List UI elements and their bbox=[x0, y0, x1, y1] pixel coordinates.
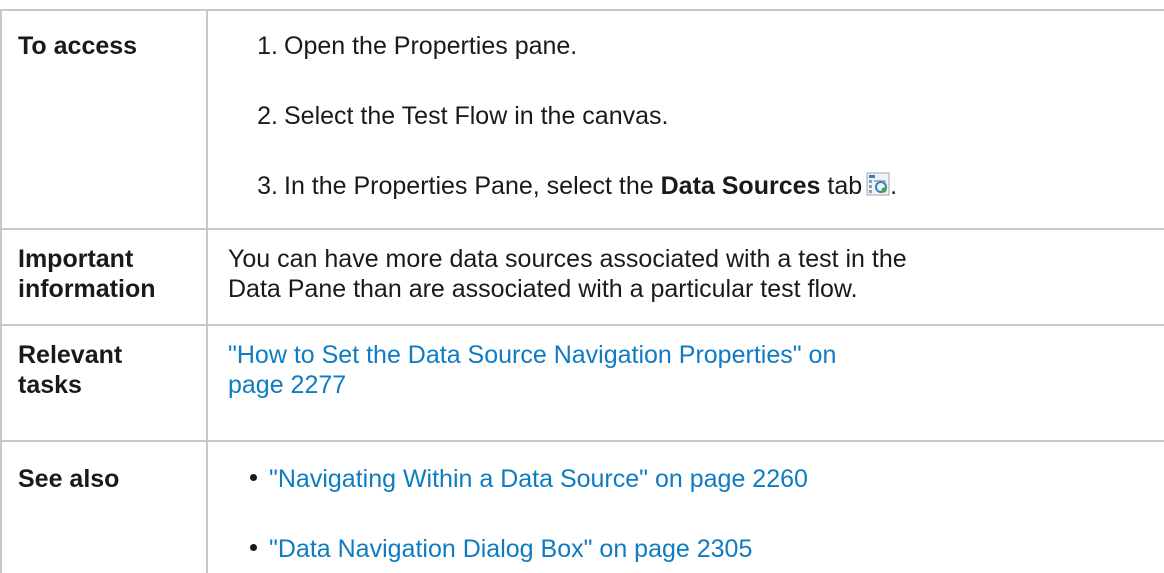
label-line-2: information bbox=[18, 275, 156, 303]
row-label-relevant-tasks: Relevant tasks bbox=[18, 340, 198, 400]
data-sources-tab-name: Data Sources bbox=[660, 172, 821, 200]
step-text-after: tab bbox=[820, 172, 863, 200]
row-divider-2 bbox=[0, 324, 1164, 326]
info-table: To access 1. Open the Properties pane. 2.… bbox=[0, 0, 1164, 573]
step-text-before: In the Properties Pane, select the bbox=[284, 172, 661, 200]
step-number: 1. bbox=[257, 32, 278, 60]
step-text-end: . bbox=[890, 172, 898, 200]
data-sources-tab-icon bbox=[866, 172, 890, 196]
link-line-2[interactable]: page 2277 bbox=[228, 370, 836, 400]
label-line-1: Important bbox=[18, 245, 134, 273]
row-divider-3 bbox=[0, 440, 1164, 442]
info-line-2: Data Pane than are associated with a par… bbox=[228, 275, 858, 303]
see-also-item: "Data Navigation Dialog Box" on page 230… bbox=[250, 534, 752, 564]
column-divider bbox=[206, 9, 208, 573]
step-1: 1. Open the Properties pane. bbox=[228, 31, 577, 61]
see-also-item: "Navigating Within a Data Source" on pag… bbox=[250, 464, 808, 494]
row-label-important-information: Important information bbox=[18, 244, 198, 304]
important-info-text: You can have more data sources associate… bbox=[228, 244, 907, 304]
step-text: Select the Test Flow in the canvas. bbox=[284, 102, 669, 130]
step-3: 3. In the Properties Pane, select the Dat… bbox=[228, 171, 897, 201]
step-text: Open the Properties pane. bbox=[284, 32, 578, 60]
step-number: 2. bbox=[257, 102, 278, 130]
row-label-to-access: To access bbox=[18, 32, 138, 60]
link-line-1[interactable]: "How to Set the Data Source Navigation P… bbox=[228, 340, 836, 370]
bullet-icon bbox=[250, 544, 257, 551]
row-label-see-also: See also bbox=[18, 465, 120, 493]
see-also-link-dialog[interactable]: "Data Navigation Dialog Box" on page 230… bbox=[269, 535, 752, 563]
step-number: 3. bbox=[257, 172, 278, 200]
relevant-task-link[interactable]: "How to Set the Data Source Navigation P… bbox=[228, 340, 836, 400]
table-top-border bbox=[0, 9, 1164, 11]
see-also-link-navigating[interactable]: "Navigating Within a Data Source" on pag… bbox=[269, 465, 808, 493]
row-divider-1 bbox=[0, 228, 1164, 230]
label-line-1: Relevant bbox=[18, 341, 123, 369]
info-line-1: You can have more data sources associate… bbox=[228, 245, 907, 273]
label-line-2: tasks bbox=[18, 371, 82, 399]
step-2: 2. Select the Test Flow in the canvas. bbox=[228, 101, 668, 131]
bullet-icon bbox=[250, 474, 257, 481]
left-border bbox=[0, 9, 2, 573]
